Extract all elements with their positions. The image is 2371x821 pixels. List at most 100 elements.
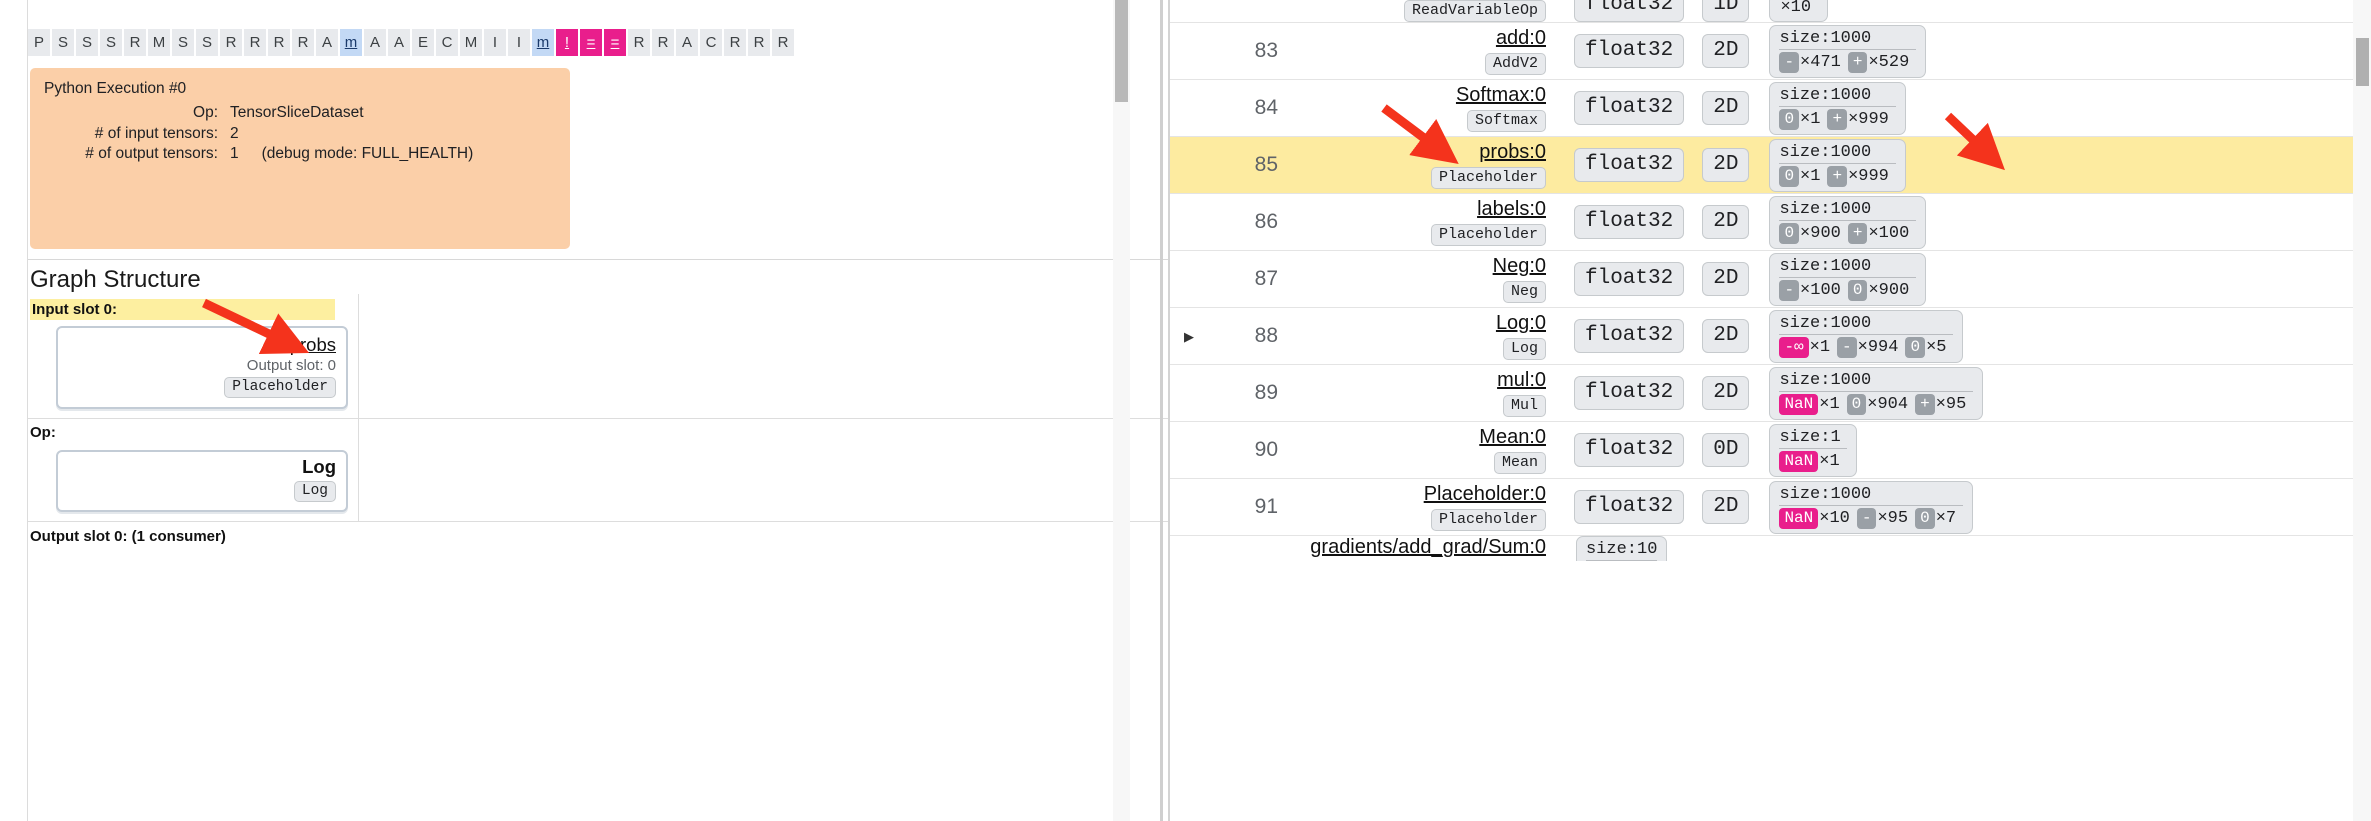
graph-info-inner: P S S S R M S S R R R R Am A A E C M I Im! = = R R A C R R R Python … — [27, 0, 1168, 821]
health-pill[interactable]: size:10 — [1576, 536, 1668, 561]
timeline-cell-3[interactable]: S — [100, 29, 124, 56]
health-category-tag: + — [1915, 393, 1935, 415]
tensor-name-link[interactable]: probs:0 — [1296, 141, 1546, 164]
expand-triangle-icon[interactable]: ▶ — [1184, 330, 1204, 343]
tensor-name-link[interactable]: Placeholder:0 — [1296, 483, 1546, 506]
health-category-tag: NaN — [1779, 507, 1819, 529]
health-pill[interactable]: size:1000 0 ×900 + ×100 — [1769, 195, 1927, 249]
table-row[interactable]: 85 probs:0 Placeholder float32 2D size:1000 0 ×… — [1170, 136, 2355, 193]
health-counts: NaN ×1 — [1779, 450, 1846, 472]
health-pill[interactable]: size:1 NaN ×1 — [1769, 423, 1857, 477]
table-row[interactable]: gradients/add_grad/Sum:0 size:10 — [1170, 535, 2355, 561]
timeline-cell-5[interactable]: M — [148, 29, 172, 56]
health-counts: NaN ×10- ×95 0 ×7 — [1779, 507, 1963, 529]
timeline-cell-6[interactable]: S — [172, 29, 196, 56]
timeline-cell-4[interactable]: R — [124, 29, 148, 56]
timeline-cell-21[interactable]: m — [532, 29, 556, 56]
op-type-chip: Neg — [1502, 281, 1546, 303]
timeline-cell-17[interactable]: C — [436, 29, 460, 56]
timeline-cell-19[interactable]: I — [484, 29, 508, 56]
health-pill[interactable]: size:1000- ×100 0 ×900 — [1769, 252, 1927, 306]
tensor-name-cell: probs:0 Placeholder — [1296, 141, 1556, 189]
op-type-chip: Mul — [1502, 395, 1546, 417]
dtype-chip: float32 — [1574, 319, 1685, 353]
timeline-cell-27[interactable]: A — [676, 29, 700, 56]
table-row[interactable]: 87 Neg:0 Neg float32 2D size:1000- ×100 0 ×900 — [1170, 250, 2355, 307]
left-pane-scrollbar-thumb[interactable] — [1115, 0, 1128, 102]
tensor-name-link[interactable]: Log:0 — [1296, 312, 1546, 335]
timeline-cell-14[interactable]: A — [364, 29, 388, 56]
graph-info-pane: P S S S R M S S R R R R Am A A E C M I Im! = = R R A C R R R Python … — [0, 0, 1168, 821]
health-category-tag: + — [1847, 222, 1868, 244]
timeline-cell-22[interactable]: ! — [556, 29, 580, 56]
health-pill[interactable]: size:1000 0 ×1 + ×999 — [1769, 138, 1906, 192]
graph-executions-scrollbar-thumb[interactable] — [2356, 38, 2369, 86]
pane-split-divider[interactable] — [1160, 0, 1163, 821]
health-pill[interactable]: size:1000 NaN ×10- ×95 0 ×7 — [1769, 480, 1974, 534]
table-row[interactable]: 83 add:0 AddV2 float32 2D size:1000- ×471 + ×529 — [1170, 22, 2355, 79]
timeline-cell-11[interactable]: R — [292, 29, 316, 56]
health-pill[interactable]: size:1000 NaN ×1 0 ×904 + ×95 — [1769, 366, 1984, 420]
health-pill[interactable]: ×10 — [1769, 0, 1829, 22]
health-category-count: ×1 — [1819, 394, 1840, 414]
execution-field-op-key: Op: — [193, 104, 218, 121]
input-node-name[interactable]: probs — [68, 334, 336, 356]
execution-timeline[interactable]: P S S S R M S S R R R R Am A A E C M I Im! = = R R A C R R R — [28, 29, 796, 56]
tensor-name-link[interactable]: gradients/add_grad/Sum:0 — [1296, 536, 1546, 559]
health-size-label: size:1000 — [1779, 29, 1917, 50]
left-pane-scrollbar[interactable] — [1113, 0, 1130, 821]
tensor-name-link[interactable]: Softmax:0 — [1296, 84, 1546, 107]
timeline-cell-7[interactable]: S — [196, 29, 220, 56]
timeline-cell-31[interactable]: R — [772, 29, 796, 56]
timeline-cell-28[interactable]: C — [700, 29, 724, 56]
timeline-cell-25[interactable]: R — [628, 29, 652, 56]
timeline-cell-12[interactable]: A — [316, 29, 340, 56]
timeline-cell-15[interactable]: A — [388, 29, 412, 56]
health-category-tag: 0 — [1915, 507, 1935, 529]
table-row[interactable]: 90 Mean:0 Mean float32 0D size:1 NaN ×1 — [1170, 421, 2355, 478]
rank-chip: 2D — [1702, 148, 1750, 182]
op-column-divider — [358, 419, 359, 521]
timeline-cell-26[interactable]: R — [652, 29, 676, 56]
op-node-card-log[interactable]: Log Log — [56, 450, 348, 512]
tensor-name-link[interactable]: labels:0 — [1296, 198, 1546, 221]
health-size-label: size:1000 — [1779, 371, 1974, 392]
health-size-label: size:10 — [1586, 540, 1658, 561]
graph-executions-scrollbar[interactable] — [2353, 0, 2371, 821]
health-counts: 0 ×1 + ×999 — [1779, 165, 1895, 187]
health-category-count: ×900 — [1868, 280, 1910, 300]
tensor-name-link[interactable]: Mean:0 — [1296, 426, 1546, 449]
timeline-cell-1[interactable]: S — [52, 29, 76, 56]
table-row[interactable]: 91 Placeholder:0 Placeholder float32 2D size:… — [1170, 478, 2355, 535]
health-category-count: ×471 — [1800, 52, 1841, 72]
table-row[interactable]: 86 labels:0 Placeholder float32 2D size:1000 0… — [1170, 193, 2355, 250]
timeline-cell-0[interactable]: P — [28, 29, 52, 56]
tensor-name-link[interactable]: mul:0 — [1296, 369, 1546, 392]
health-pill[interactable]: size:1000 0 ×1 + ×999 — [1769, 81, 1906, 135]
tensor-name-link[interactable]: add:0 — [1296, 27, 1546, 50]
input-node-card-probs[interactable]: probs Output slot: 0 Placeholder — [56, 326, 348, 409]
table-row[interactable]: ▶ 88 Log:0 Log float32 2D size:1000 -∞ ×1- ×994 0 ×… — [1170, 307, 2355, 364]
table-row[interactable]: ReadVariableOp float32 1D ×10 — [1170, 0, 2355, 22]
timeline-cell-20[interactable]: I — [508, 29, 532, 56]
graph-executions-pane: ReadVariableOp float32 1D ×10 83 add:0 AddV2 fl… — [1168, 0, 2371, 821]
input-node-op-chip: Placeholder — [224, 377, 336, 398]
timeline-cell-23[interactable]: = — [580, 29, 604, 56]
timeline-cell-18[interactable]: M — [460, 29, 484, 56]
health-pill[interactable]: size:1000- ×471 + ×529 — [1769, 24, 1927, 78]
timeline-cell-9[interactable]: R — [244, 29, 268, 56]
table-row[interactable]: 89 mul:0 Mul float32 2D size:1000 NaN ×1 0 ×904 + ×… — [1170, 364, 2355, 421]
timeline-cell-30[interactable]: R — [748, 29, 772, 56]
timeline-cell-29[interactable]: R — [724, 29, 748, 56]
timeline-cell-8[interactable]: R — [220, 29, 244, 56]
tensor-name-link[interactable]: Neg:0 — [1296, 255, 1546, 278]
timeline-cell-16[interactable]: E — [412, 29, 436, 56]
timeline-cell-2[interactable]: S — [76, 29, 100, 56]
table-row[interactable]: 84 Softmax:0 Softmax float32 2D size:1000 0 ×1 +… — [1170, 79, 2355, 136]
dtype-chip: float32 — [1574, 490, 1685, 524]
dtype-chip: float32 — [1574, 0, 1685, 22]
timeline-cell-24[interactable]: = — [604, 29, 628, 56]
timeline-cell-10[interactable]: R — [268, 29, 292, 56]
health-pill[interactable]: size:1000 -∞ ×1- ×994 0 ×5 — [1769, 309, 1964, 363]
timeline-cell-13[interactable]: m — [340, 29, 364, 56]
